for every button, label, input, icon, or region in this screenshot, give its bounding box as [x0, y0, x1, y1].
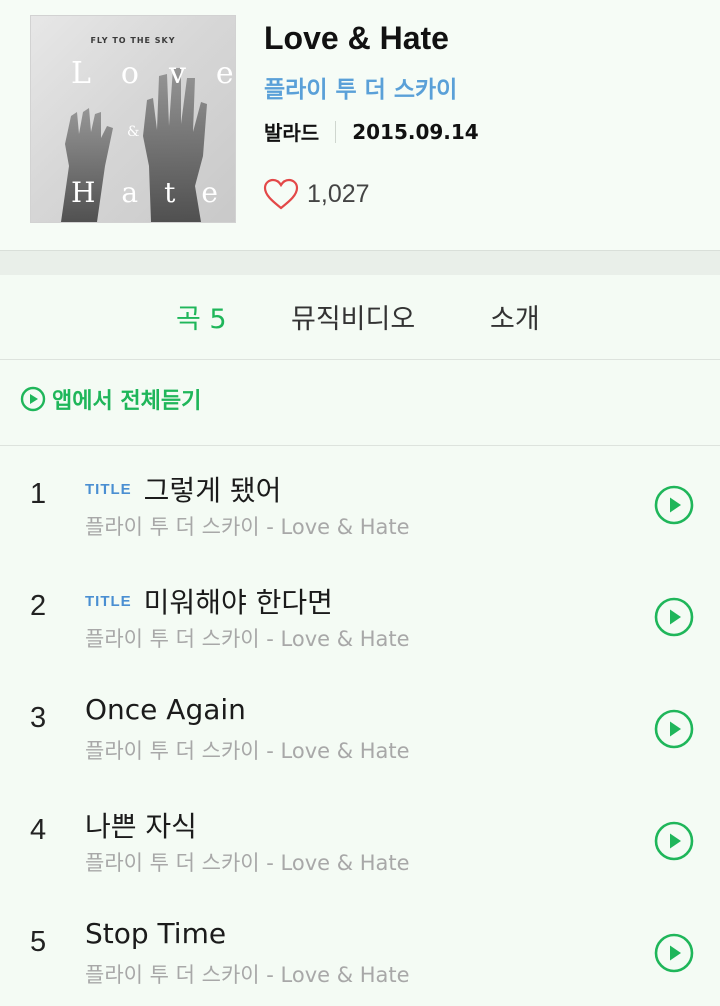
track-artist-album: 플라이 투 더 스카이 - Love & Hate	[85, 963, 410, 987]
album-header: FLY TO THE SKY Love & Hate Love & Hate 플…	[0, 0, 720, 250]
play-all-in-app-button[interactable]: 앱에서 전체듣기	[20, 383, 201, 415]
tab-songs[interactable]: 곡 5	[176, 297, 227, 336]
play-circle-icon	[654, 597, 694, 637]
tab-music-videos[interactable]: 뮤직비디오	[291, 297, 415, 336]
play-circle-icon	[654, 485, 694, 525]
meta-divider	[335, 120, 337, 143]
tab-bar: 곡 5 뮤직비디오 소개	[0, 275, 720, 360]
track-title-row: TITLE 그렇게 됐어	[85, 469, 281, 509]
title-track-badge: TITLE	[85, 592, 132, 610]
track-title-row: TITLE 미워해야 한다면	[85, 581, 333, 621]
like-button[interactable]: 1,027	[263, 178, 370, 210]
track-title-row: Stop Time	[85, 917, 226, 950]
album-release-date: 2015.09.14	[352, 119, 479, 144]
track-row[interactable]: 1 TITLE 그렇게 됐어플라이 투 더 스카이 - Love & Hate	[0, 446, 720, 558]
play-circle-icon	[654, 933, 694, 973]
track-title-row: 나쁜 자식	[85, 805, 197, 845]
track-play-button[interactable]	[654, 597, 694, 637]
track-row[interactable]: 5 Stop Time 플라이 투 더 스카이 - Love & Hate	[0, 894, 720, 1006]
track-play-button[interactable]	[654, 933, 694, 973]
track-title: Stop Time	[85, 917, 227, 950]
track-title: 미워해야 한다면	[143, 586, 333, 619]
play-circle-icon	[654, 709, 694, 749]
cover-band-name: FLY TO THE SKY	[90, 36, 176, 45]
track-artist-album: 플라이 투 더 스카이 - Love & Hate	[85, 739, 410, 763]
tab-intro[interactable]: 소개	[490, 297, 540, 336]
track-number: 3	[30, 702, 47, 734]
like-count: 1,027	[307, 179, 370, 208]
album-cover[interactable]: FLY TO THE SKY Love & Hate	[30, 15, 236, 223]
album-title: Love & Hate	[264, 20, 449, 56]
track-number: 1	[30, 478, 47, 510]
track-play-button[interactable]	[654, 485, 694, 525]
track-play-button[interactable]	[654, 821, 694, 861]
heart-outline-icon	[263, 178, 299, 210]
track-artist-album: 플라이 투 더 스카이 - Love & Hate	[85, 515, 410, 539]
album-genre: 발라드	[264, 121, 320, 145]
track-number: 5	[30, 926, 47, 958]
track-play-button[interactable]	[654, 709, 694, 749]
album-artist-link[interactable]: 플라이 투 더 스카이	[264, 70, 457, 104]
track-title: 그렇게 됐어	[143, 474, 282, 507]
album-meta: 발라드 2015.09.14	[264, 117, 479, 146]
track-title: Once Again	[85, 693, 246, 726]
track-artist-album: 플라이 투 더 스카이 - Love & Hate	[85, 851, 410, 875]
play-all-label: 앱에서 전체듣기	[52, 389, 202, 414]
play-circle-icon	[654, 821, 694, 861]
track-title: 나쁜 자식	[85, 810, 197, 843]
cover-text-amp: &	[127, 124, 140, 140]
track-row[interactable]: 4 나쁜 자식플라이 투 더 스카이 - Love & Hate	[0, 782, 720, 894]
track-artist-album: 플라이 투 더 스카이 - Love & Hate	[85, 627, 410, 651]
cover-text-love: Love	[71, 56, 234, 91]
track-row[interactable]: 2 TITLE 미워해야 한다면플라이 투 더 스카이 - Love & Hate	[0, 558, 720, 670]
track-title-row: Once Again	[85, 693, 246, 726]
cover-text-hate: Hate	[71, 176, 236, 209]
track-number: 2	[30, 590, 47, 622]
play-circle-icon	[20, 386, 46, 412]
track-number: 4	[30, 814, 47, 846]
section-divider	[0, 250, 720, 275]
title-track-badge: TITLE	[85, 480, 132, 498]
track-row[interactable]: 3 Once Again 플라이 투 더 스카이 - Love & Hate	[0, 670, 720, 782]
